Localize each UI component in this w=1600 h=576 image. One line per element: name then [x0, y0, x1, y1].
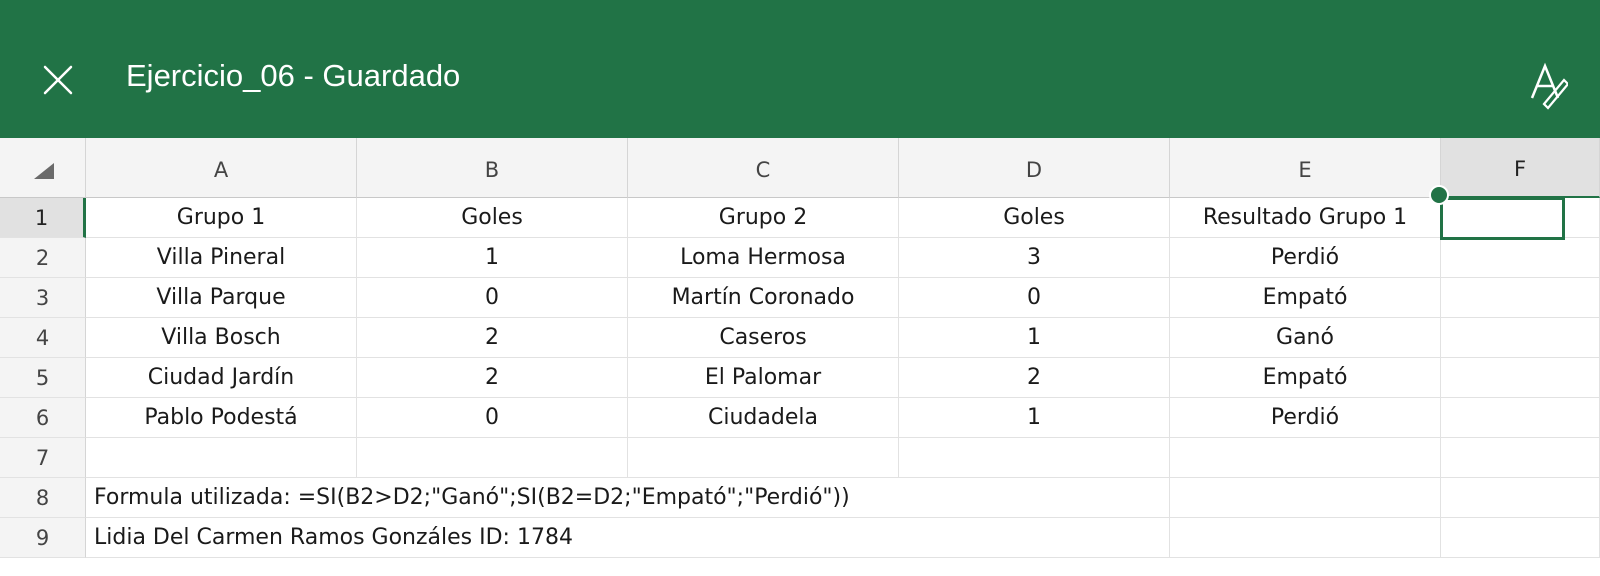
- close-icon: [43, 65, 73, 95]
- cell-a6[interactable]: Pablo Podestá: [86, 398, 357, 438]
- cell-f3[interactable]: [1441, 278, 1600, 318]
- title-bar: Ejercicio_06 - Guardado: [0, 0, 1600, 138]
- cell-c2[interactable]: Loma Hermosa: [628, 238, 899, 278]
- cell-b4[interactable]: 2: [357, 318, 628, 358]
- cell-e7[interactable]: [1170, 438, 1441, 478]
- cell-c3[interactable]: Martín Coronado: [628, 278, 899, 318]
- row-header-3[interactable]: 3: [0, 278, 86, 318]
- cell-e1[interactable]: Resultado Grupo 1: [1170, 198, 1441, 238]
- cell-c7[interactable]: [628, 438, 899, 478]
- author-note-cell[interactable]: Lidia Del Carmen Ramos Gonzáles ID: 1784: [86, 518, 899, 558]
- cell-f7[interactable]: [1441, 438, 1600, 478]
- cell-d3[interactable]: 0: [899, 278, 1170, 318]
- cell-f4[interactable]: [1441, 318, 1600, 358]
- cell-a5[interactable]: Ciudad Jardín: [86, 358, 357, 398]
- cell-f8[interactable]: [1441, 478, 1600, 518]
- cell-e6[interactable]: Perdió: [1170, 398, 1441, 438]
- cell-e2[interactable]: Perdió: [1170, 238, 1441, 278]
- row-header-9[interactable]: 9: [0, 518, 86, 558]
- column-header-b[interactable]: B: [357, 138, 628, 198]
- cell-a3[interactable]: Villa Parque: [86, 278, 357, 318]
- document-title: Ejercicio_06 - Guardado: [126, 58, 461, 93]
- cell-c1[interactable]: Grupo 2: [628, 198, 899, 238]
- row-header-4[interactable]: 4: [0, 318, 86, 358]
- draw-pen-icon: [1530, 62, 1570, 110]
- cell-e8[interactable]: [1170, 478, 1441, 518]
- cell-d2[interactable]: 3: [899, 238, 1170, 278]
- cell-f5[interactable]: [1441, 358, 1600, 398]
- row-header-6[interactable]: 6: [0, 398, 86, 438]
- cell-f9[interactable]: [1441, 518, 1600, 558]
- selection-drag-handle[interactable]: [1429, 185, 1449, 205]
- column-header-f[interactable]: F: [1441, 138, 1600, 198]
- column-header-a[interactable]: A: [86, 138, 357, 198]
- column-header-c[interactable]: C: [628, 138, 899, 198]
- row-header-5[interactable]: 5: [0, 358, 86, 398]
- cell-b2[interactable]: 1: [357, 238, 628, 278]
- cell-d8[interactable]: [899, 478, 1170, 518]
- cell-a7[interactable]: [86, 438, 357, 478]
- cell-b6[interactable]: 0: [357, 398, 628, 438]
- cell-b7[interactable]: [357, 438, 628, 478]
- draw-button[interactable]: [1528, 60, 1570, 110]
- cell-b5[interactable]: 2: [357, 358, 628, 398]
- formula-note-cell[interactable]: Formula utilizada: =SI(B2>D2;"Ganó";SI(B…: [86, 478, 899, 518]
- cell-b3[interactable]: 0: [357, 278, 628, 318]
- cell-d7[interactable]: [899, 438, 1170, 478]
- cell-f2[interactable]: [1441, 238, 1600, 278]
- cell-d6[interactable]: 1: [899, 398, 1170, 438]
- cell-a1[interactable]: Grupo 1: [86, 198, 357, 238]
- cell-d1[interactable]: Goles: [899, 198, 1170, 238]
- spreadsheet-grid: A B C D E F 1 2 3 4 5 6 7 8 9 Grupo 1 Goles Grupo 2 Goles R…: [0, 138, 1600, 576]
- close-button[interactable]: [40, 62, 76, 98]
- cell-e9[interactable]: [1170, 518, 1441, 558]
- cell-c6[interactable]: Ciudadela: [628, 398, 899, 438]
- cell-e3[interactable]: Empató: [1170, 278, 1441, 318]
- column-header-d[interactable]: D: [899, 138, 1170, 198]
- cell-a2[interactable]: Villa Pineral: [86, 238, 357, 278]
- cell-a4[interactable]: Villa Bosch: [86, 318, 357, 358]
- cell-e4[interactable]: Ganó: [1170, 318, 1441, 358]
- column-header-e[interactable]: E: [1170, 138, 1441, 198]
- cell-f6[interactable]: [1441, 398, 1600, 438]
- cell-c4[interactable]: Caseros: [628, 318, 899, 358]
- row-header-2[interactable]: 2: [0, 238, 86, 278]
- row-header-7[interactable]: 7: [0, 438, 86, 478]
- cell-e5[interactable]: Empató: [1170, 358, 1441, 398]
- row-header-1[interactable]: 1: [0, 198, 86, 238]
- cell-f1[interactable]: [1441, 198, 1600, 238]
- cell-d5[interactable]: 2: [899, 358, 1170, 398]
- select-all-corner[interactable]: [0, 138, 86, 198]
- select-all-icon: [34, 163, 54, 179]
- cell-d4[interactable]: 1: [899, 318, 1170, 358]
- cell-b1[interactable]: Goles: [357, 198, 628, 238]
- row-header-8[interactable]: 8: [0, 478, 86, 518]
- cell-d9[interactable]: [899, 518, 1170, 558]
- cell-c5[interactable]: El Palomar: [628, 358, 899, 398]
